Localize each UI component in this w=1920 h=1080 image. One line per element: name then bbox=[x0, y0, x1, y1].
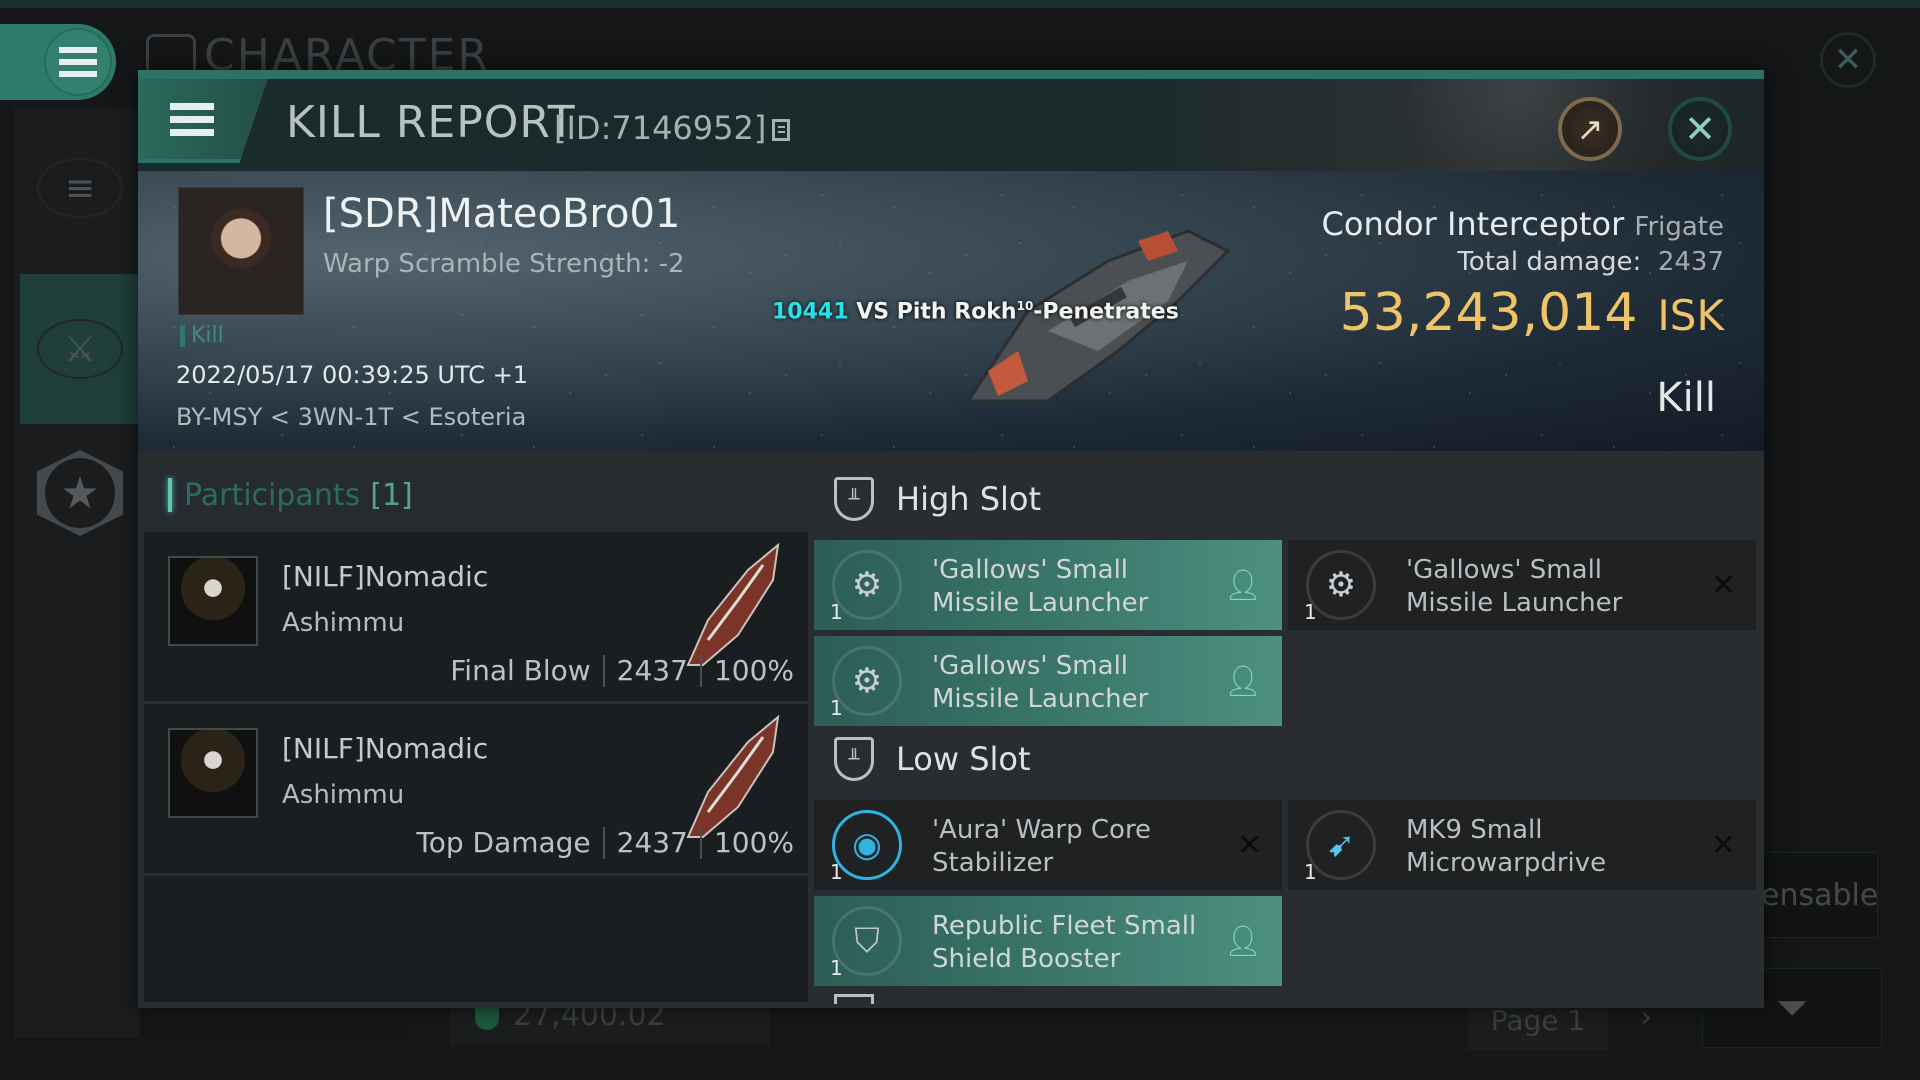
module-quantity: 1 bbox=[1304, 860, 1317, 884]
participant-name: [NILF]Nomadic bbox=[282, 560, 489, 593]
divider bbox=[699, 826, 702, 859]
menu-icon bbox=[59, 47, 97, 77]
filter-icon: ⏷ bbox=[1776, 985, 1808, 1031]
fittings-panel: ╨ High Slot ⚙ 1 'Gallows' Small Missile … bbox=[814, 458, 1760, 1004]
participant-row[interactable]: [NILF]Nomadic Ashimmu Final Blow 2437 10… bbox=[144, 532, 808, 704]
module-item[interactable]: ⚙ 1 'Gallows' Small Missile Launcher ✕ bbox=[1288, 540, 1756, 630]
module-item[interactable]: ◉ 1 'Aura' Warp Core Stabilizer ✕ bbox=[814, 800, 1282, 890]
participant-ship-image bbox=[686, 714, 780, 838]
window-menu-button[interactable] bbox=[138, 79, 268, 163]
window-header: KILL REPORT [ID:7146952] ↗ ✕ bbox=[138, 79, 1764, 171]
copy-icon[interactable] bbox=[772, 119, 791, 141]
divider bbox=[602, 654, 605, 687]
kill-tag: Kill bbox=[180, 325, 224, 347]
slot-shield-icon: ╨ bbox=[834, 477, 874, 521]
low-slot-header: ╨ Low Slot bbox=[814, 724, 1031, 794]
x-icon: ✕ bbox=[1710, 828, 1736, 863]
victim-ship[interactable]: Condor Interceptor Frigate bbox=[1322, 205, 1724, 243]
header-accent bbox=[168, 478, 172, 512]
module-item[interactable]: ➹ 1 MK9 Small Microwarpdrive ✕ bbox=[1288, 800, 1756, 890]
kill-location[interactable]: BY-MSY < 3WN-1T < Esoteria bbox=[176, 403, 526, 431]
participant-ship: Ashimmu bbox=[282, 608, 405, 638]
close-icon: ✕ bbox=[1684, 107, 1716, 151]
module-name: 'Aura' Warp Core Stabilizer bbox=[932, 815, 1152, 878]
victim-name[interactable]: [SDR]MateoBro01 bbox=[323, 191, 680, 237]
slot-shield-icon bbox=[834, 994, 874, 1004]
divider bbox=[602, 826, 605, 859]
module-quantity: 1 bbox=[830, 956, 843, 980]
participants-header[interactable]: Participants [1] bbox=[144, 458, 808, 532]
x-icon: ✕ bbox=[1236, 828, 1262, 863]
participant-ship: Ashimmu bbox=[282, 780, 405, 810]
x-icon: ✕ bbox=[1710, 568, 1736, 603]
module-name: MK9 Small Microwarpdrive bbox=[1406, 815, 1607, 878]
victim-avatar[interactable] bbox=[178, 187, 304, 315]
window-accent bbox=[138, 70, 1764, 79]
participant-stats: Final Blow 2437 100% bbox=[450, 654, 794, 687]
participant-percent: 100% bbox=[713, 654, 794, 687]
participant-name: [NILF]Nomadic bbox=[282, 732, 489, 765]
damage-event: 10441 VS Pith Rokh10-Penetrates bbox=[772, 299, 1179, 325]
module-name: 'Gallows' Small Missile Launcher bbox=[932, 555, 1149, 618]
module-quantity: 1 bbox=[830, 696, 843, 720]
high-slot-header: ╨ High Slot bbox=[814, 464, 1041, 534]
warp-scramble-strength: Warp Scramble Strength: -2 bbox=[323, 249, 685, 279]
participants-panel: Participants [1] [NILF]Nomadic Ashimmu F… bbox=[144, 458, 808, 1002]
participant-row[interactable]: [NILF]Nomadic Ashimmu Top Damage 2437 10… bbox=[144, 704, 808, 876]
menu-icon: ≡ bbox=[37, 158, 123, 218]
divider bbox=[699, 654, 702, 687]
participant-avatar[interactable] bbox=[168, 728, 258, 818]
kill-report-window: KILL REPORT [ID:7146952] ↗ ✕ [SDR]MateoB… bbox=[138, 70, 1764, 1008]
background-sidebar: ≡ ⚔ ★ bbox=[14, 108, 140, 1038]
module-item[interactable]: ⛉ 1 Republic Fleet Small Shield Booster … bbox=[814, 896, 1282, 986]
share-button[interactable]: ↗ bbox=[1558, 97, 1622, 161]
kill-id[interactable]: [ID:7146952] bbox=[554, 109, 791, 147]
sidebar-kill-reports[interactable]: ⚔ bbox=[20, 274, 140, 424]
planet-decoration bbox=[1408, 79, 1688, 171]
isk-value: 53,243,014 ISK bbox=[1339, 283, 1724, 343]
module-item[interactable]: ⚙ 1 'Gallows' Small Missile Launcher 👤︎ bbox=[814, 540, 1282, 630]
menu-icon bbox=[170, 102, 214, 136]
pilot-icon: 👤︎ bbox=[1223, 924, 1262, 959]
window-title: KILL REPORT bbox=[286, 97, 576, 148]
sidebar-menu[interactable]: ≡ bbox=[20, 148, 140, 228]
module-name: Republic Fleet Small Shield Booster bbox=[932, 911, 1197, 974]
module-name: 'Gallows' Small Missile Launcher bbox=[1406, 555, 1623, 618]
participant-percent: 100% bbox=[713, 826, 794, 859]
kill-datetime: 2022/05/17 00:39:25 UTC +1 bbox=[176, 361, 528, 389]
pilot-icon: 👤︎ bbox=[1223, 568, 1262, 603]
sidebar-favorites[interactable]: ★ bbox=[20, 438, 140, 548]
total-damage: Total damage: 2437 bbox=[1457, 247, 1724, 277]
main-menu-button[interactable] bbox=[0, 24, 116, 100]
module-name: 'Gallows' Small Missile Launcher bbox=[932, 651, 1149, 714]
module-quantity: 1 bbox=[830, 600, 843, 624]
star-icon: ★ bbox=[37, 450, 123, 536]
crossed-swords-icon: ⚔ bbox=[37, 319, 123, 379]
participant-damage: 2437 bbox=[616, 654, 688, 687]
participant-damage: 2437 bbox=[616, 826, 688, 859]
background-close-button[interactable]: ✕ bbox=[1820, 32, 1876, 88]
kill-result: Kill bbox=[1656, 375, 1716, 421]
pilot-icon: 👤︎ bbox=[1223, 664, 1262, 699]
close-button[interactable]: ✕ bbox=[1668, 97, 1732, 161]
module-quantity: 1 bbox=[830, 860, 843, 884]
dispensable-button[interactable]: ensable bbox=[1760, 852, 1878, 938]
participant-role: Final Blow bbox=[450, 654, 591, 687]
kill-id-label: [ID:7146952] bbox=[554, 109, 767, 147]
participant-role: Top Damage bbox=[416, 826, 591, 859]
top-bar bbox=[0, 0, 1920, 8]
external-link-icon: ↗ bbox=[1576, 110, 1604, 148]
participant-stats: Top Damage 2437 100% bbox=[416, 826, 794, 859]
slot-shield-icon: ╨ bbox=[834, 737, 874, 781]
module-item[interactable]: ⚙ 1 'Gallows' Small Missile Launcher 👤︎ bbox=[814, 636, 1282, 726]
module-quantity: 1 bbox=[1304, 600, 1317, 624]
participant-ship-image bbox=[686, 542, 780, 666]
victim-summary: [SDR]MateoBro01 Warp Scramble Strength: … bbox=[138, 171, 1764, 451]
participant-avatar[interactable] bbox=[168, 556, 258, 646]
